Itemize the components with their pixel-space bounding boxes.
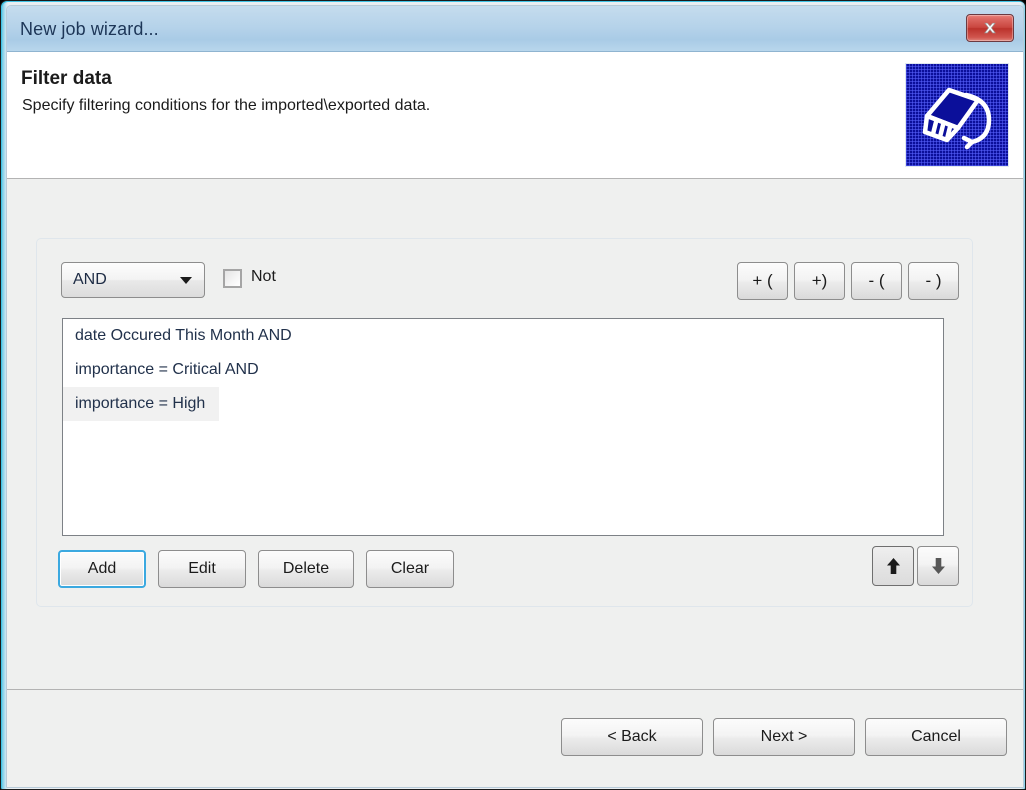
add-open-paren-button[interactable]: + (: [737, 262, 788, 300]
list-item[interactable]: importance = Critical AND: [63, 353, 943, 387]
delete-button[interactable]: Delete: [258, 550, 354, 588]
operator-select[interactable]: AND: [61, 262, 205, 298]
filter-conditions-group: AND Not + ( +) - ( - ) date Occured This…: [36, 238, 973, 607]
paren-button-row: + ( +) - ( - ): [737, 262, 959, 300]
back-button[interactable]: < Back: [561, 718, 703, 756]
checkbox-box: [223, 269, 242, 288]
edit-button[interactable]: Edit: [158, 550, 246, 588]
page-title: Filter data: [21, 68, 112, 89]
close-button[interactable]: [966, 14, 1014, 42]
arrow-down-icon: [931, 558, 945, 574]
operator-select-value: AND: [73, 271, 107, 288]
window-frame-inner: New job wizard... Filter data Specify fi…: [6, 5, 1024, 788]
header-band: Filter data Specify filtering conditions…: [7, 52, 1023, 179]
remove-close-paren-button[interactable]: - ): [908, 262, 959, 300]
body-area: AND Not + ( +) - ( - ) date Occured This…: [7, 179, 1023, 689]
conditions-listbox[interactable]: date Occured This Month AND importance =…: [62, 318, 944, 536]
arrow-up-icon: [886, 558, 900, 574]
action-button-row: Add Edit Delete Clear: [58, 550, 454, 588]
next-button[interactable]: Next >: [713, 718, 855, 756]
titlebar[interactable]: New job wizard...: [7, 6, 1023, 52]
page-subtitle: Specify filtering conditions for the imp…: [22, 97, 431, 114]
window-frame-outer: New job wizard... Filter data Specify fi…: [0, 0, 1026, 790]
add-button[interactable]: Add: [58, 550, 146, 588]
close-x-icon: [984, 22, 996, 34]
not-checkbox-label: Not: [251, 268, 276, 285]
move-down-button[interactable]: [917, 546, 959, 586]
condition-text-selected: importance = High: [63, 387, 220, 421]
window-title: New job wizard...: [20, 19, 159, 39]
chevron-down-icon: [180, 277, 192, 284]
list-item[interactable]: importance = High: [63, 387, 943, 421]
window-frame-glow: New job wizard... Filter data Specify fi…: [2, 2, 1025, 789]
list-item[interactable]: date Occured This Month AND: [63, 319, 943, 353]
cancel-button[interactable]: Cancel: [865, 718, 1007, 756]
add-close-paren-button[interactable]: +): [794, 262, 845, 300]
condition-text: importance = Critical AND: [75, 361, 259, 378]
remove-open-paren-button[interactable]: - (: [851, 262, 902, 300]
move-up-button[interactable]: [872, 546, 914, 586]
clear-button[interactable]: Clear: [366, 550, 454, 588]
dialog-window: New job wizard... Filter data Specify fi…: [0, 0, 1026, 790]
move-button-row: [872, 546, 959, 586]
condition-text: date Occured This Month AND: [75, 327, 292, 344]
filter-funnel-icon: [905, 63, 1009, 167]
wizard-nav-buttons: < Back Next > Cancel: [561, 718, 1007, 756]
footer-band: < Back Next > Cancel: [7, 689, 1023, 787]
